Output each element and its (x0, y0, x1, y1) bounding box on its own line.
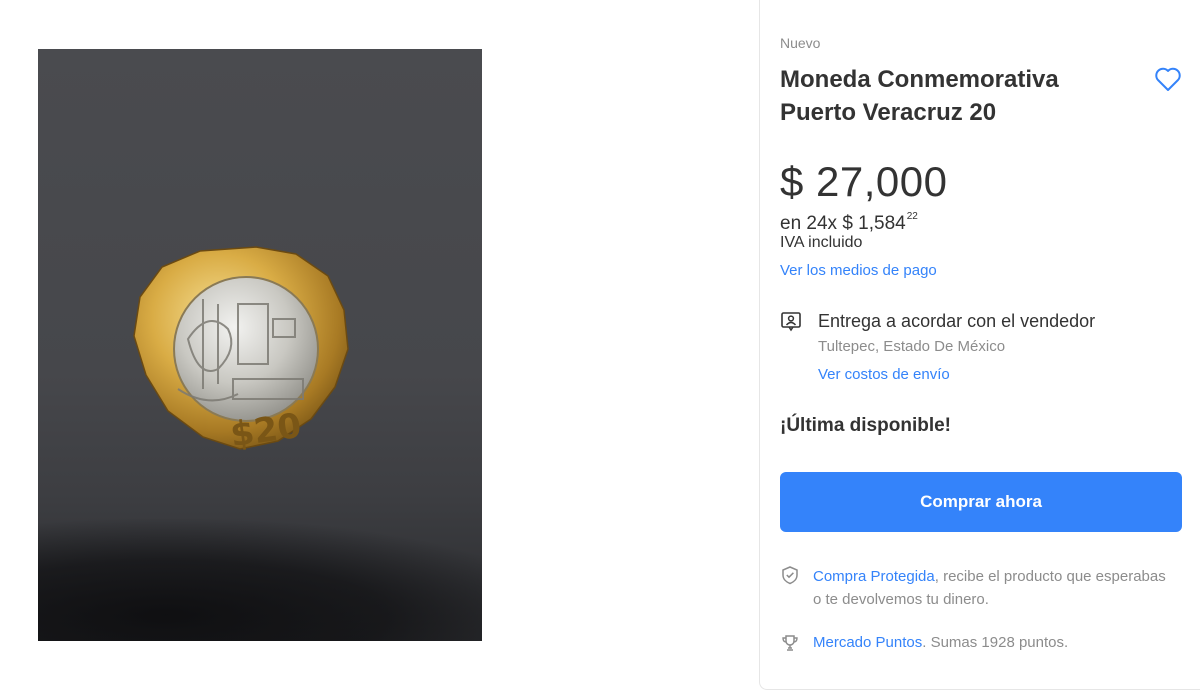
trophy-icon (782, 635, 798, 651)
buy-now-button[interactable]: Comprar ahora (780, 472, 1182, 532)
coin-denomination: $20 (228, 406, 304, 455)
loyalty-points-text: . Sumas 1928 puntos. (922, 634, 1069, 651)
price: $ 27,000 (780, 158, 948, 205)
shipping-cost-link[interactable]: Ver costos de envío (818, 366, 950, 383)
loyalty-points: Mercado Puntos. Sumas 1928 puntos. (813, 634, 1068, 651)
loyalty-points-link[interactable]: Mercado Puntos (813, 634, 922, 651)
installments: en 24x $ 1,58422 (780, 211, 918, 235)
product-title: Moneda Conmemorativa Puerto Veracruz 20 (780, 66, 1059, 126)
buy-box: Nuevo Moneda Conmemorativa Puerto Veracr… (759, 0, 1200, 690)
product-image[interactable]: $20 (38, 49, 482, 641)
condition-label: Nuevo (780, 35, 821, 51)
stock-status: ¡Última disponible! (780, 415, 951, 436)
purchase-protection-link[interactable]: Compra Protegida (813, 568, 935, 585)
shipping-title: Entrega a acordar con el vendedor (818, 311, 1096, 331)
tax-note: IVA incluido (780, 234, 863, 251)
person-card-icon (781, 312, 801, 332)
heart-outline-icon[interactable] (1153, 64, 1183, 94)
coin-illustration: $20 (133, 246, 349, 455)
payment-methods-link[interactable]: Ver los medios de pago (780, 262, 937, 279)
installments-amount: en 24x $ 1,584 (780, 213, 906, 234)
shield-check-icon (782, 566, 798, 585)
shipping-location: Tultepec, Estado De México (818, 338, 1006, 355)
purchase-protection: Compra Protegida, recibe el producto que… (813, 565, 1173, 611)
installments-cents: 22 (906, 211, 918, 222)
